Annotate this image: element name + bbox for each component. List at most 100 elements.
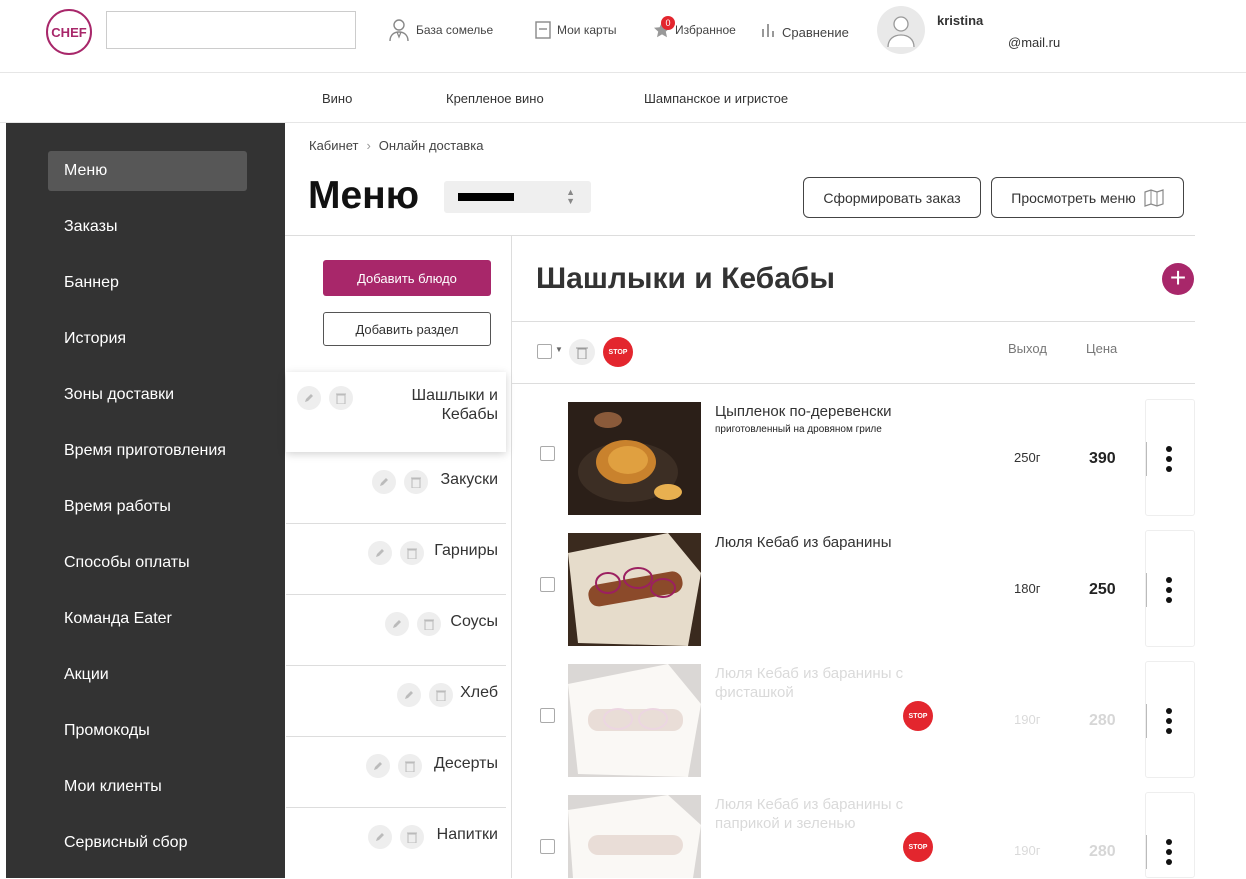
stop-button[interactable]: STOP [603, 337, 633, 367]
section-item[interactable]: Гарниры [286, 529, 506, 595]
separator [1146, 704, 1147, 738]
subnav-sparkling[interactable]: Шампанское и игристое [644, 91, 788, 106]
trash-icon[interactable] [400, 541, 424, 565]
item-checkbox[interactable] [540, 708, 555, 723]
sidebar-item-menu[interactable]: Меню [48, 151, 247, 191]
select-all-checkbox[interactable] [537, 344, 552, 359]
item-more-menu[interactable] [1145, 661, 1195, 778]
section-item[interactable]: Соусы [286, 600, 506, 666]
avatar[interactable] [877, 6, 925, 54]
trash-icon[interactable] [329, 386, 353, 410]
trash-icon[interactable] [400, 825, 424, 849]
nav-label: Мои карты [557, 23, 617, 37]
edit-icon[interactable] [297, 386, 321, 410]
nav-my-cards[interactable]: Мои карты [535, 18, 617, 42]
item-checkbox[interactable] [540, 446, 555, 461]
dish-image [568, 402, 701, 515]
edit-icon[interactable] [368, 541, 392, 565]
trash-icon[interactable] [569, 339, 595, 365]
section-name: Десерты [433, 755, 498, 772]
item-checkbox[interactable] [540, 577, 555, 592]
section-item[interactable]: Хлеб [286, 671, 506, 737]
sidebar-item-promocodes[interactable]: Промокоды [48, 711, 247, 751]
subnav-wine[interactable]: Вино [322, 91, 352, 106]
section-name: Закуски [440, 471, 499, 488]
nav-compare[interactable]: Сравнение [760, 18, 849, 42]
dish-image [568, 664, 701, 777]
divider [286, 736, 506, 737]
view-menu-button[interactable]: Просмотреть меню [991, 177, 1184, 218]
user-email: @mail.ru [1008, 35, 1061, 50]
section-item[interactable]: Десерты [286, 742, 506, 808]
item-yield: 180г [1014, 581, 1041, 596]
view-menu-label: Просмотреть меню [1011, 189, 1136, 206]
sidebar-item-eater-team[interactable]: Команда Eater [48, 599, 247, 639]
column-divider [511, 236, 512, 878]
nav-sommelier-base[interactable]: База сомелье [388, 18, 493, 42]
trash-icon[interactable] [417, 612, 441, 636]
sidebar-item-history[interactable]: История [48, 319, 247, 359]
map-icon [1144, 188, 1164, 207]
add-dish-button[interactable]: Добавить блюдо [323, 260, 491, 296]
search-input[interactable] [106, 11, 356, 49]
restaurant-select[interactable]: ▲ ▼ [444, 181, 591, 213]
edit-icon[interactable] [366, 754, 390, 778]
item-name: Люля Кебаб из баранины с фисташкой [715, 665, 904, 701]
dot-icon [1166, 708, 1172, 714]
sidebar-item-delivery-zones[interactable]: Зоны доставки [48, 375, 247, 415]
sidebar-item-promotions[interactable]: Акции [48, 655, 247, 695]
favorites-icon-wrap: 0 [653, 16, 677, 39]
item-name: Люля Кебаб из баранины с паприкой и зеле… [715, 796, 904, 832]
sidebar-item-my-clients[interactable]: Мои клиенты [48, 767, 247, 807]
item-price: 280 [1089, 843, 1116, 860]
category-title: Шашлыки и Кебабы [536, 262, 836, 295]
item-name: Люля Кебаб из баранины [715, 534, 892, 551]
edit-icon[interactable] [368, 825, 392, 849]
item-yield: 190г [1014, 712, 1041, 727]
create-order-button[interactable]: Сформировать заказ [803, 177, 981, 218]
edit-icon[interactable] [397, 683, 421, 707]
sidebar-item-service-fee[interactable]: Сервисный сбор [48, 823, 247, 863]
add-item-plus-icon[interactable]: + [1162, 263, 1194, 295]
item-checkbox[interactable] [540, 839, 555, 854]
subnav-fortified-wine[interactable]: Крепленое вино [446, 91, 544, 106]
nav-label: Сравнение [782, 24, 849, 40]
sommelier-icon [389, 19, 409, 42]
nav-label: Избранное [675, 23, 736, 37]
section-item[interactable]: Напитки [286, 813, 506, 879]
divider [286, 594, 506, 595]
breadcrumb-cabinet[interactable]: Кабинет [309, 138, 358, 153]
nav-label: База сомелье [416, 23, 494, 37]
trash-icon[interactable] [429, 683, 453, 707]
nav-favorites[interactable]: 0 Избранное [653, 16, 736, 42]
dot-icon [1166, 597, 1172, 603]
item-price: 280 [1089, 712, 1116, 729]
section-name: Соусы [450, 613, 498, 630]
trash-icon[interactable] [398, 754, 422, 778]
item-more-menu[interactable] [1145, 792, 1195, 878]
breadcrumb-online-delivery[interactable]: Онлайн доставка [379, 138, 484, 153]
add-section-button[interactable]: Добавить раздел [323, 312, 491, 346]
sidebar-item-orders[interactable]: Заказы [48, 207, 247, 247]
chevron-down-icon[interactable]: ▼ [555, 345, 563, 354]
sidebar: Меню Заказы Баннер История Зоны доставки… [6, 123, 285, 878]
trash-icon[interactable] [404, 470, 428, 494]
section-item[interactable]: Закуски [286, 458, 506, 524]
divider [286, 807, 506, 808]
sidebar-item-banner[interactable]: Баннер [48, 263, 247, 303]
sidebar-item-working-hours[interactable]: Время работы [48, 487, 247, 527]
select-arrows-icon: ▲ ▼ [566, 187, 575, 206]
edit-icon[interactable] [385, 612, 409, 636]
dot-icon [1166, 859, 1172, 865]
stop-badge[interactable]: STOP [903, 832, 933, 862]
item-subtitle: приготовленный на дровяном гриле [715, 424, 882, 435]
stop-badge[interactable]: STOP [903, 701, 933, 731]
item-more-menu[interactable] [1145, 530, 1195, 647]
item-more-menu[interactable] [1145, 399, 1195, 516]
edit-icon[interactable] [372, 470, 396, 494]
sidebar-item-payment-methods[interactable]: Способы оплаты [48, 543, 247, 583]
chef-logo[interactable]: CHEF [46, 9, 92, 55]
section-item[interactable]: Шашлыки и Кебабы [286, 372, 506, 452]
card-icon [535, 21, 551, 39]
sidebar-item-cooking-time[interactable]: Время приготовления [48, 431, 247, 471]
